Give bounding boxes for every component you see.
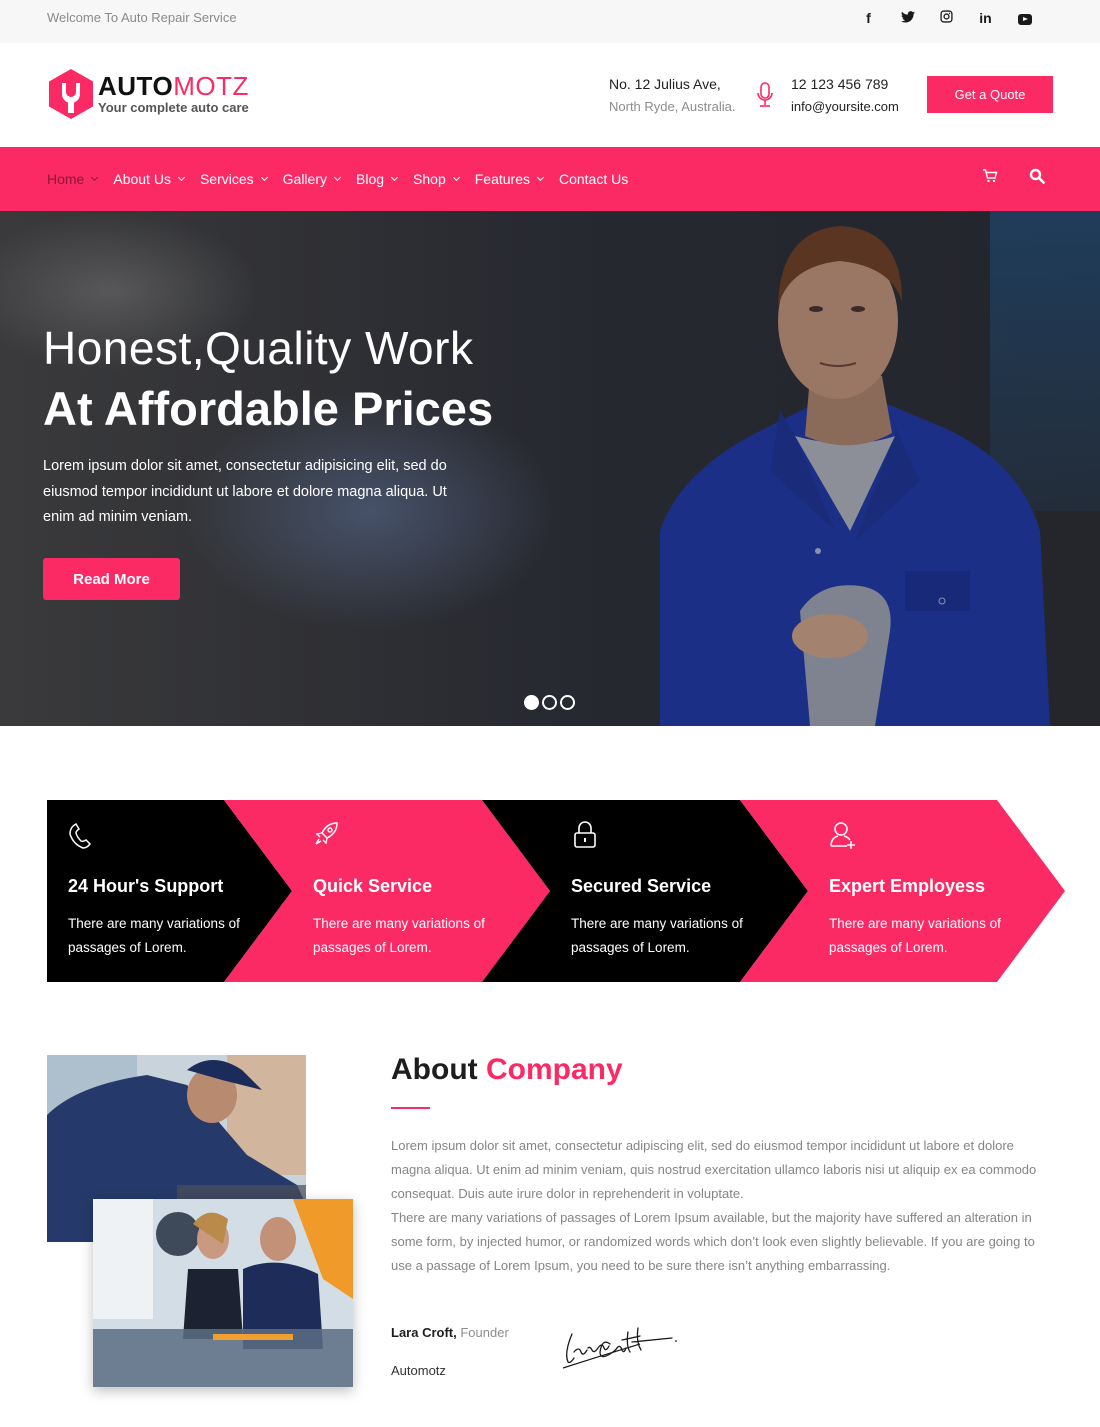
feature-card: Quick Service There are many variations … bbox=[313, 800, 543, 982]
nav-item-contact-us[interactable]: Contact Us bbox=[559, 171, 628, 187]
slider-dot[interactable] bbox=[542, 695, 557, 710]
feature-text: There are many variations of passages of… bbox=[68, 916, 240, 955]
chevron-down-icon bbox=[452, 173, 460, 182]
hero-title-line1: Honest,Quality Work bbox=[43, 322, 474, 374]
hero-slider: Honest,Quality Work At Affordable Prices… bbox=[0, 211, 1100, 726]
hero-title-line2: At Affordable Prices bbox=[43, 382, 494, 435]
social-links: f in bbox=[849, 9, 1044, 27]
brand-name-bold: AUTO bbox=[98, 71, 174, 101]
feature-title: Expert Employess bbox=[829, 876, 986, 896]
nav-item-label: Home bbox=[47, 171, 85, 187]
signer-role: Founder bbox=[460, 1325, 509, 1340]
brand-tagline: Your complete auto care bbox=[98, 100, 249, 115]
youtube-icon[interactable] bbox=[1005, 9, 1044, 27]
features-band: 24 Hour's Support There are many variati… bbox=[47, 800, 1067, 982]
chevron-down-icon bbox=[91, 173, 99, 182]
lock-icon bbox=[574, 821, 596, 848]
nav-item-blog[interactable]: Blog bbox=[356, 171, 399, 187]
nav-item-about-us[interactable]: About Us bbox=[113, 171, 185, 187]
about-paragraph-1: Lorem ipsum dolor sit amet, consectetur … bbox=[391, 1138, 1037, 1201]
about-title-dark: About bbox=[391, 1053, 478, 1086]
slider-dots bbox=[524, 695, 575, 710]
about-image-customer bbox=[93, 1199, 353, 1387]
chevron-down-icon bbox=[177, 173, 185, 182]
microphone-icon bbox=[757, 82, 773, 107]
nav-item-label: Shop bbox=[413, 171, 446, 187]
slider-dot[interactable] bbox=[524, 695, 539, 710]
about-paragraph-2: There are many variations of passages of… bbox=[391, 1210, 1035, 1273]
nav-item-label: About Us bbox=[113, 171, 171, 187]
cart-icon[interactable] bbox=[982, 168, 998, 184]
phone-icon bbox=[69, 823, 91, 849]
nav-item-gallery[interactable]: Gallery bbox=[282, 171, 342, 187]
feature-text: There are many variations of passages of… bbox=[571, 916, 743, 955]
main-nav: Home About Us Services Gallery Blog Shop Featu… bbox=[0, 147, 1100, 211]
rocket-icon bbox=[315, 822, 338, 845]
chevron-down-icon bbox=[390, 173, 399, 182]
feature-card: Secured Service There are many variation… bbox=[571, 800, 801, 982]
address-block: No. 12 Julius Ave, North Ryde, Australia… bbox=[609, 76, 735, 114]
hero-description: Lorem ipsum dolor sit amet, consectetur … bbox=[43, 458, 447, 525]
feature-card: Expert Employess There are many variatio… bbox=[829, 800, 1059, 982]
top-bar: Welcome To Auto Repair Service f in bbox=[0, 0, 1100, 43]
feature-text: There are many variations of passages of… bbox=[829, 916, 1001, 955]
signer-name: Lara Croft, bbox=[391, 1325, 457, 1340]
about-title: About Company bbox=[391, 1053, 623, 1087]
search-icon[interactable] bbox=[1029, 168, 1045, 184]
company-name: Automotz bbox=[391, 1363, 446, 1378]
contact-block: 12 123 456 789 info@yoursite.com bbox=[791, 76, 899, 114]
hero-mechanic-image bbox=[660, 226, 1050, 726]
linkedin-icon[interactable]: in bbox=[966, 9, 1005, 27]
address-line2: North Ryde, Australia. bbox=[609, 99, 736, 114]
phone-number[interactable]: 12 123 456 789 bbox=[791, 76, 899, 92]
add-user-icon bbox=[830, 822, 855, 849]
email-address[interactable]: info@yoursite.com bbox=[791, 99, 899, 114]
instagram-icon[interactable] bbox=[927, 9, 966, 27]
nav-menu: Home About Us Services Gallery Blog Shop Featu… bbox=[47, 147, 644, 211]
facebook-icon[interactable]: f bbox=[849, 9, 888, 27]
feature-title: Quick Service bbox=[313, 876, 433, 896]
twitter-icon[interactable] bbox=[888, 9, 927, 27]
about-text: Lorem ipsum dolor sit amet, consectetur … bbox=[391, 1134, 1056, 1278]
feature-text: There are many variations of passages of… bbox=[313, 916, 485, 955]
chevron-down-icon bbox=[536, 173, 545, 182]
chevron-down-icon bbox=[260, 173, 268, 182]
nav-item-label: Gallery bbox=[282, 171, 327, 187]
feature-card: 24 Hour's Support There are many variati… bbox=[68, 800, 298, 982]
address-line1: No. 12 Julius Ave, bbox=[609, 76, 721, 92]
signer: Lara Croft, Founder bbox=[391, 1325, 509, 1340]
nav-item-shop[interactable]: Shop bbox=[413, 171, 460, 187]
welcome-text: Welcome To Auto Repair Service bbox=[47, 10, 237, 25]
nav-item-label: Features bbox=[474, 171, 530, 187]
title-underline bbox=[391, 1107, 430, 1109]
get-quote-button[interactable]: Get a Quote bbox=[927, 76, 1053, 113]
read-more-button[interactable]: Read More bbox=[43, 558, 180, 600]
nav-item-home[interactable]: Home bbox=[47, 171, 99, 187]
logo[interactable]: AUTOMOTZ Your complete auto care bbox=[48, 69, 249, 119]
brand-name-light: MOTZ bbox=[173, 71, 249, 101]
nav-item-features[interactable]: Features bbox=[474, 171, 545, 187]
nav-item-label: Services bbox=[199, 171, 254, 187]
wrench-hexagon-icon bbox=[49, 69, 93, 119]
slider-dot[interactable] bbox=[560, 695, 575, 710]
site-header: AUTOMOTZ Your complete auto care No. 12 … bbox=[0, 43, 1100, 147]
feature-title: Secured Service bbox=[571, 876, 712, 896]
feature-title: 24 Hour's Support bbox=[68, 876, 224, 896]
about-title-accent: Company bbox=[485, 1053, 623, 1086]
nav-item-label: Contact Us bbox=[558, 171, 629, 187]
nav-item-label: Blog bbox=[356, 171, 385, 187]
signature-image bbox=[562, 1327, 677, 1369]
nav-item-services[interactable]: Services bbox=[199, 171, 268, 187]
chevron-down-icon bbox=[333, 173, 342, 182]
